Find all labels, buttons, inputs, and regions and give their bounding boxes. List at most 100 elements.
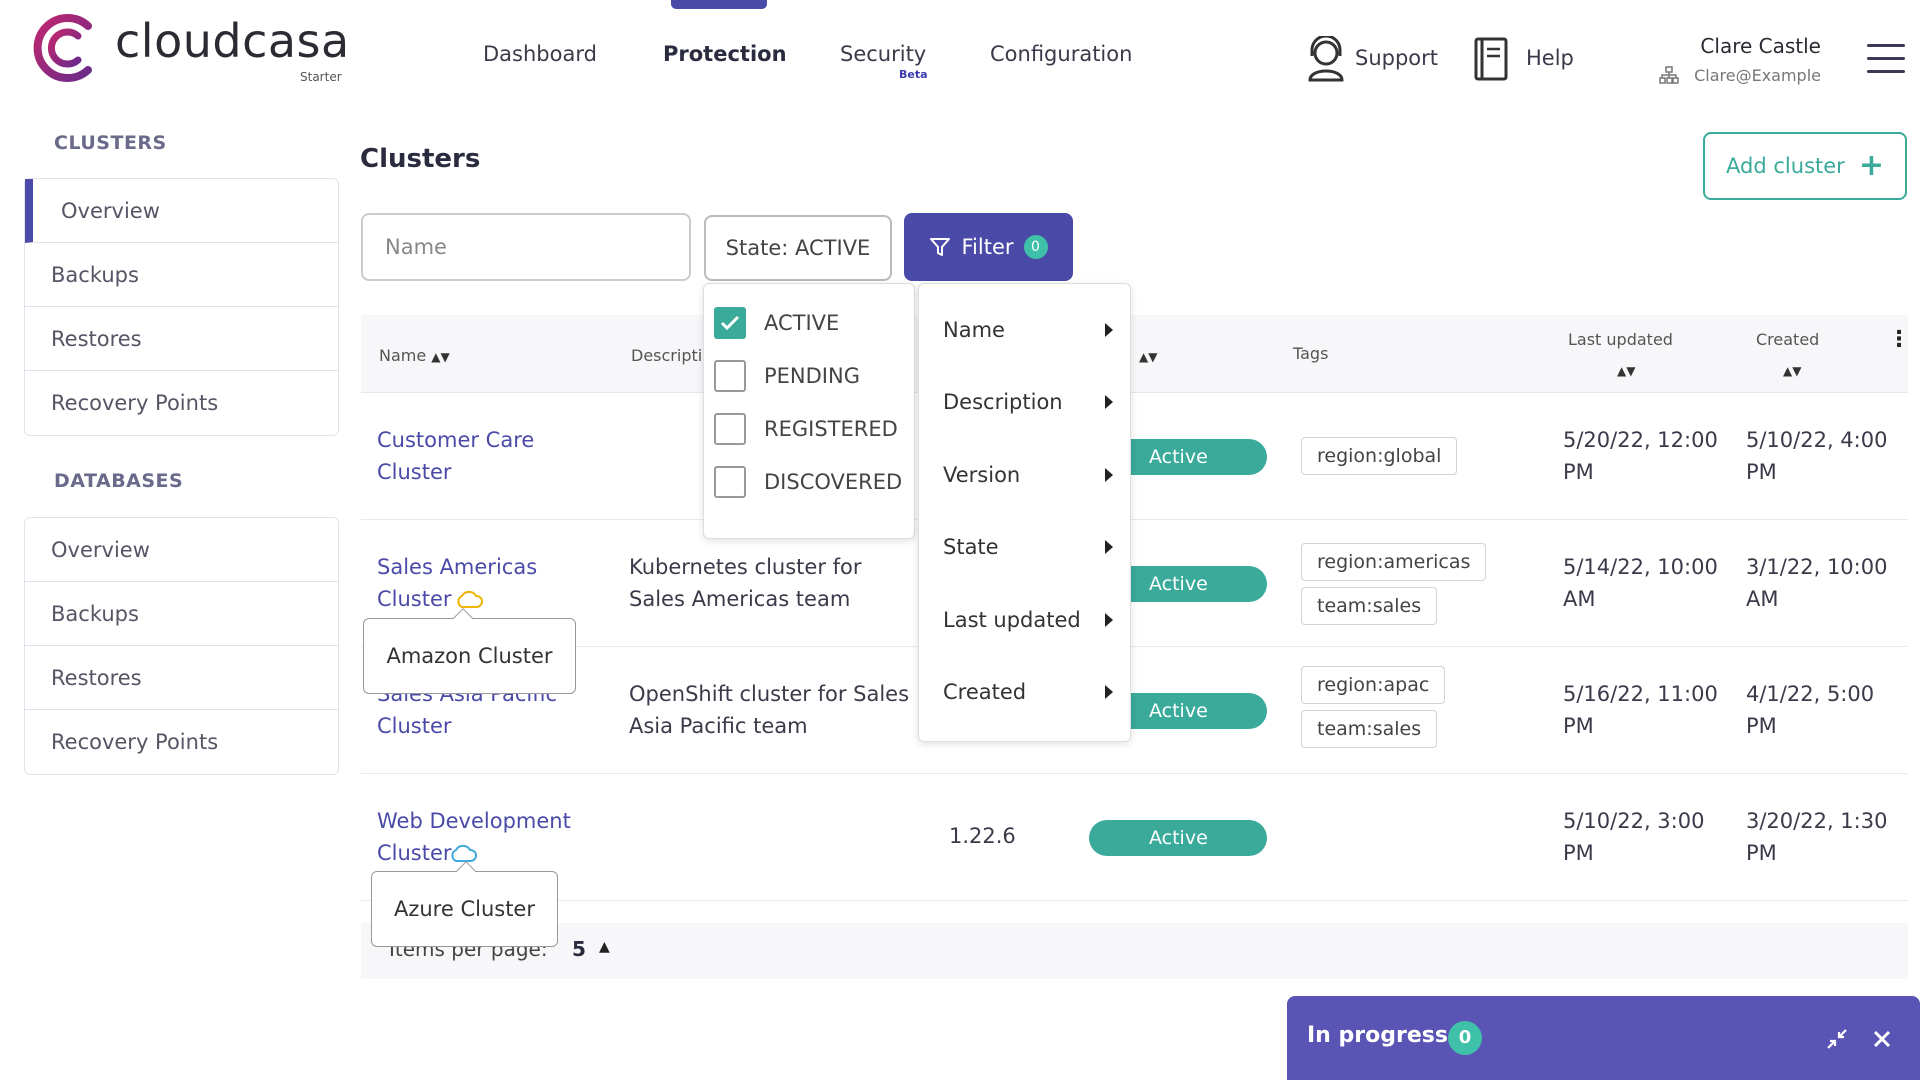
filter-menu-item-version[interactable]: Version	[943, 463, 1113, 487]
table-row[interactable]: Sales Americas Cluster Kubernetes cluster…	[361, 521, 1908, 647]
name-filter-input[interactable]	[361, 213, 691, 281]
sidebar-databases-group: Overview Backups Restores Recovery Point…	[24, 517, 339, 775]
sort-icon[interactable]: ▲▼	[431, 350, 449, 364]
state-option-label: DISCOVERED	[764, 470, 903, 494]
beta-badge: Beta	[899, 68, 928, 81]
sidebar-databases-title: DATABASES	[54, 470, 184, 492]
header-name[interactable]: Name ▲▼	[379, 346, 450, 365]
filter-menu: Name Description Version State Last upda…	[918, 283, 1131, 742]
sort-icon[interactable]: ▲▼	[1617, 360, 1635, 379]
sidebar-item-cluster-backups[interactable]: Backups	[25, 243, 338, 307]
state-filter-button[interactable]: State: ACTIVE	[704, 215, 892, 281]
created-cell: 3/20/22, 1:30 PM	[1746, 809, 1888, 865]
sort-icon[interactable]: ▲▼	[1783, 360, 1801, 379]
header-tags: Tags	[1293, 344, 1329, 363]
status-badge: Active	[1089, 820, 1267, 856]
state-option-label: REGISTERED	[764, 417, 898, 441]
pagination-bar: Items per page: 5 ▲	[361, 923, 1908, 979]
nav-configuration[interactable]: Configuration	[990, 42, 1132, 66]
sidebar-item-db-restores[interactable]: Restores	[25, 646, 338, 710]
description-cell: OpenShift cluster for Sales Asia Pacific …	[629, 682, 910, 738]
hamburger-menu-icon[interactable]	[1867, 44, 1905, 74]
state-option-registered[interactable]: REGISTERED	[714, 413, 898, 445]
azure-cloud-icon[interactable]	[449, 843, 477, 863]
checkbox-icon[interactable]	[714, 413, 746, 445]
active-nav-indicator	[671, 0, 767, 9]
header-last-updated[interactable]: Last updated	[1568, 330, 1673, 349]
nav-protection[interactable]: Protection	[663, 42, 787, 66]
tooltip-text: Amazon Cluster	[386, 644, 553, 668]
last-updated-cell: 5/10/22, 3:00 PM	[1563, 809, 1705, 865]
plan-label: Starter	[300, 70, 342, 84]
sidebar-clusters-group: Overview Backups Restores Recovery Point…	[24, 178, 339, 436]
filter-label: Filter	[961, 235, 1014, 259]
caret-right-icon	[1105, 685, 1113, 699]
description-cell: Kubernetes cluster for Sales Americas tea…	[629, 555, 862, 611]
filter-menu-item-state[interactable]: State	[943, 535, 1113, 559]
last-updated-cell: 5/14/22, 10:00 AM	[1563, 555, 1718, 611]
filter-menu-item-last-updated[interactable]: Last updated	[943, 608, 1113, 632]
in-progress-panel[interactable]: In progress 0	[1287, 996, 1920, 1080]
amazon-cloud-icon[interactable]	[455, 589, 483, 609]
add-cluster-button[interactable]: Add cluster +	[1703, 132, 1907, 200]
nav-dashboard[interactable]: Dashboard	[483, 42, 597, 66]
support-icon[interactable]	[1305, 36, 1347, 82]
state-option-label: PENDING	[764, 364, 860, 388]
last-updated-cell: 5/16/22, 11:00 PM	[1563, 682, 1718, 738]
checkbox-icon[interactable]	[714, 466, 746, 498]
sidebar-item-cluster-recovery-points[interactable]: Recovery Points	[25, 371, 338, 435]
cluster-name-link[interactable]: Customer Care Cluster	[377, 424, 534, 488]
table-row[interactable]: Customer Care Cluster Active region:globa…	[361, 394, 1908, 520]
sidebar-item-cluster-overview[interactable]: Overview	[25, 179, 338, 243]
table-row[interactable]: Web Development Cluster 1.22.6 Active 5/1…	[361, 775, 1908, 901]
support-link[interactable]: Support	[1355, 46, 1438, 70]
caret-right-icon	[1105, 323, 1113, 337]
sidebar-item-db-recovery-points[interactable]: Recovery Points	[25, 710, 338, 774]
in-progress-label: In progress	[1307, 1023, 1448, 1048]
caret-right-icon	[1105, 468, 1113, 482]
header-description[interactable]: Descripti	[631, 346, 702, 365]
tag-chip: team:sales	[1301, 587, 1438, 625]
user-name[interactable]: Clare Castle	[1700, 34, 1821, 58]
close-icon[interactable]	[1873, 1030, 1891, 1048]
brand-name[interactable]: cloudcasa	[115, 14, 350, 68]
header-state[interactable]: ▲▼	[1139, 346, 1157, 365]
page-title: Clusters	[360, 144, 481, 174]
items-per-page-select[interactable]: 5	[572, 937, 586, 961]
chevron-up-icon[interactable]: ▲	[599, 939, 610, 955]
caret-right-icon	[1105, 395, 1113, 409]
filter-menu-item-name[interactable]: Name	[943, 318, 1113, 342]
help-link[interactable]: Help	[1526, 46, 1574, 70]
state-option-discovered[interactable]: DISCOVERED	[714, 466, 902, 498]
filter-button[interactable]: Filter 0	[904, 213, 1073, 281]
filter-menu-item-created[interactable]: Created	[943, 680, 1113, 704]
last-updated-cell: 5/20/22, 12:00 PM	[1563, 428, 1718, 484]
nav-security[interactable]: Security	[840, 42, 926, 66]
user-email: Clare@Example	[1694, 66, 1821, 85]
column-options-icon[interactable]: ⋮	[1888, 329, 1910, 351]
tag-chip: team:sales	[1301, 710, 1438, 748]
checkbox-checked-icon[interactable]	[714, 307, 746, 339]
sidebar-clusters-title: CLUSTERS	[54, 132, 167, 154]
state-option-pending[interactable]: PENDING	[714, 360, 860, 392]
state-option-active[interactable]: ACTIVE	[714, 307, 839, 339]
filter-menu-item-description[interactable]: Description	[943, 390, 1113, 414]
tag-chip: region:americas	[1301, 543, 1487, 581]
plus-icon: +	[1858, 148, 1884, 183]
minimize-icon[interactable]	[1826, 1028, 1848, 1050]
table-row[interactable]: Sales Asia Pacific Cluster OpenShift clus…	[361, 648, 1908, 774]
sidebar-item-cluster-restores[interactable]: Restores	[25, 307, 338, 371]
azure-cluster-tooltip: Azure Cluster	[371, 861, 558, 947]
header-created[interactable]: Created	[1756, 330, 1819, 349]
sidebar-item-db-backups[interactable]: Backups	[25, 582, 338, 646]
in-progress-count-badge: 0	[1448, 1021, 1482, 1055]
sort-icon[interactable]: ▲▼	[1139, 350, 1157, 364]
cloudcasa-logo-icon[interactable]	[30, 8, 100, 86]
filter-count-badge: 0	[1023, 235, 1048, 259]
checkbox-icon[interactable]	[714, 360, 746, 392]
help-book-icon[interactable]	[1472, 36, 1510, 82]
sidebar-item-db-overview[interactable]: Overview	[25, 518, 338, 582]
caret-right-icon	[1105, 613, 1113, 627]
created-cell: 3/1/22, 10:00 AM	[1746, 555, 1888, 611]
state-option-label: ACTIVE	[764, 311, 840, 335]
